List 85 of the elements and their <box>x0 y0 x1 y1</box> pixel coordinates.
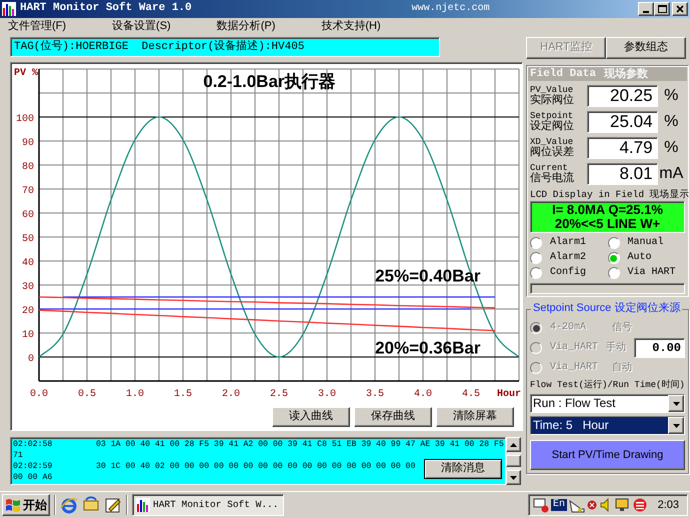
unit-label: % <box>663 138 680 158</box>
axis-tick-label: 10 <box>22 330 34 341</box>
chart-button[interactable]: 清除屏幕 <box>436 407 514 427</box>
axis-tick-label: 100 <box>16 114 34 125</box>
chart-title: 0.2-1.0Bar执行器 <box>203 72 336 91</box>
dropdown[interactable]: Time: 5 Hour <box>530 416 685 436</box>
clear-messages-button[interactable]: 清除消息 <box>424 459 502 479</box>
unit-label: % <box>663 112 680 132</box>
axis-tick-label: 60 <box>22 210 34 221</box>
radio-label: Alarm1 <box>550 237 586 250</box>
log-time: 02:02:59 <box>13 461 52 472</box>
panel-title: Setpoint Source 设定阀位来源 <box>531 302 682 316</box>
start-button[interactable]: 开始 <box>2 494 50 516</box>
axis-tick-label: 80 <box>22 162 34 173</box>
reading-label: 实际阀位 <box>530 94 575 106</box>
reading-value: 8.01 <box>586 163 658 185</box>
axis-tick-label: 2.0 <box>222 389 240 400</box>
axis-tick-label: 30 <box>22 282 34 293</box>
reading-label: PV_Value <box>530 86 574 94</box>
log-time: 02:02:58 <box>13 439 52 450</box>
y-axis-label: PV % <box>14 68 38 79</box>
reading-label: Setpoint <box>530 112 574 120</box>
clock: 2:03 <box>658 498 679 512</box>
radio-label: 4-20mA <box>550 322 588 334</box>
chart-button[interactable]: 读入曲线 <box>272 407 350 427</box>
axis-tick-label: 4.0 <box>414 389 432 400</box>
lcd-text: I= 8.0MA Q=25.1% <box>551 203 664 218</box>
reading-label: 阀位误差 <box>530 146 575 158</box>
radio-label: 自动 <box>612 362 632 374</box>
start-drawing-button[interactable]: Start PV/Time Drawing <box>530 440 685 470</box>
axis-tick-label: 50 <box>22 234 34 245</box>
radio-label: Via_HART <box>550 362 600 374</box>
radio-label: Alarm2 <box>550 252 586 264</box>
lcd-text: 20%<<5 LINE W+ <box>554 217 660 232</box>
axis-tick-label: 1.5 <box>174 389 192 400</box>
menu-item[interactable]: 设备设置(S) <box>112 20 171 34</box>
setpoint-value-field[interactable]: 0.00 <box>634 338 685 358</box>
axis-tick-label: 2.5 <box>270 389 288 400</box>
dropdown[interactable]: Run : Flow Test <box>530 394 685 414</box>
unit-label: mA <box>658 164 684 184</box>
reading-value: 4.79 <box>586 137 658 159</box>
run-time-label: Flow Test(运行)/Run Time(时间) <box>530 380 685 392</box>
taskbar-window-button[interactable]: HART Monitor Soft W... <box>132 494 284 516</box>
axis-tick-label: 3.0 <box>318 389 336 400</box>
log-data: 71 <box>13 450 23 461</box>
axis-tick-label: 0 <box>28 354 34 365</box>
axis-tick-label: 0.5 <box>78 389 96 400</box>
log-data: 00 00 A6 <box>13 472 52 483</box>
axis-tick-label: 40 <box>22 258 34 269</box>
radio-label: 信号 <box>612 322 632 334</box>
reading-label: 信号电流 <box>530 172 575 184</box>
log-data: 30 1C 00 40 02 00 00 00 00 00 00 00 00 00 00 00 00 00 00 00 00 00 <box>96 461 416 472</box>
axis-tick-label: 90 <box>22 138 34 149</box>
panel-title: 现场参数 <box>604 67 648 81</box>
axis-tick-label: 0.0 <box>30 389 48 400</box>
reading-label: 设定阀位 <box>530 120 575 132</box>
axis-tick-label: 4.5 <box>462 389 480 400</box>
axis-tick-label: 20 <box>22 306 34 317</box>
radio-label: Via HART <box>628 267 676 280</box>
radio-label: Via_HART <box>550 342 598 354</box>
axis-tick-label: 70 <box>22 186 34 197</box>
radio-label: Auto <box>628 252 652 264</box>
chart-annotation: 20%=0.36Bar <box>375 338 480 358</box>
reading-label: XD_Value <box>530 138 574 146</box>
x-axis-label: Hour <box>496 389 521 400</box>
radio-label: Config <box>550 267 586 280</box>
panel-title: Field Data <box>530 67 596 81</box>
unit-label: % <box>663 86 680 106</box>
radio-label: Manual <box>628 237 664 250</box>
reading-value: 25.04 <box>586 111 658 133</box>
window-title: HART Monitor Soft Ware 1.0 <box>20 2 192 16</box>
reading-value: 20.25 <box>586 85 658 107</box>
language-indicator[interactable]: En <box>551 499 568 512</box>
reading-label: Current <box>530 164 568 172</box>
radio-label: 手动 <box>606 342 626 354</box>
axis-tick-label: 1.0 <box>126 389 144 400</box>
menu-item[interactable]: 技术支持(H) <box>321 20 381 34</box>
mode-button[interactable]: 参数组态 <box>606 37 686 59</box>
menu-item[interactable]: 数据分析(P) <box>216 20 276 34</box>
tag-field: TAG(位号):HOERBIGE Descriptor(设备描述):HV405 <box>10 37 440 57</box>
chart-button[interactable]: 保存曲线 <box>354 407 432 427</box>
menu-item[interactable]: 文件管理(F) <box>8 20 66 34</box>
website-url: www.njetc.com <box>412 3 490 15</box>
axis-tick-label: 3.5 <box>366 389 384 400</box>
log-data: 03 1A 00 40 41 00 28 F5 39 41 A2 00 00 39 41 C8 51 EB 39 40 99 47 AE 39 41 00 28 F5 <box>96 439 504 450</box>
